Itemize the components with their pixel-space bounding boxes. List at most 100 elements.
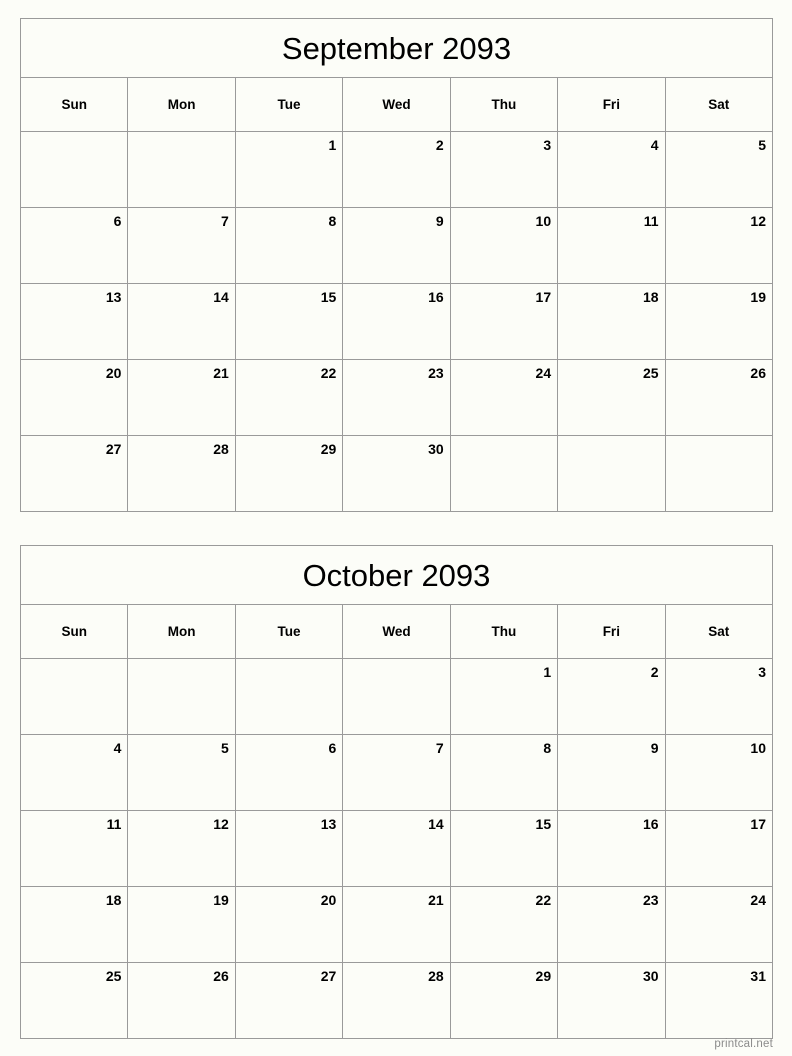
day-cell[interactable]: 27 [234,962,344,1039]
day-cell[interactable]: 16 [342,283,451,360]
day-cell[interactable]: 21 [342,886,451,963]
day-cell[interactable]: 25 [557,359,666,436]
day-cell[interactable] [557,435,666,512]
day-cell[interactable]: 3 [664,658,774,735]
day-cell[interactable]: 7 [342,734,451,811]
day-number: 30 [642,968,659,984]
day-cell[interactable]: 31 [664,962,774,1039]
day-cell[interactable]: 4 [19,734,129,811]
day-cell[interactable] [449,435,559,512]
day-cell[interactable]: 23 [557,886,666,963]
weekday-header-sun: Sun [19,77,129,132]
day-cell[interactable]: 17 [664,810,774,887]
day-cell[interactable]: 28 [342,962,451,1039]
day-cell[interactable] [234,658,344,735]
day-cell[interactable]: 15 [449,810,559,887]
day-number: 30 [428,441,444,457]
day-cell[interactable]: 6 [234,734,344,811]
day-cell[interactable]: 24 [449,359,559,436]
day-cell[interactable]: 23 [342,359,451,436]
day-cell[interactable]: 16 [557,810,666,887]
day-cell[interactable]: 9 [342,207,451,284]
day-cell[interactable]: 22 [234,359,344,436]
day-cell[interactable]: 6 [19,207,129,284]
day-cell[interactable]: 30 [557,962,666,1039]
day-number: 5 [758,137,766,153]
day-cell[interactable] [19,658,129,735]
day-cell[interactable]: 8 [234,207,344,284]
day-cell[interactable]: 12 [664,207,774,284]
calendar-week-row: 1 2 3 4 5 [19,131,774,208]
day-cell[interactable]: 1 [234,131,344,208]
weekday-header-tue: Tue [234,77,344,132]
day-number: 31 [750,968,766,984]
day-cell[interactable]: 15 [234,283,344,360]
day-number: 12 [213,816,229,832]
day-cell[interactable]: 14 [342,810,451,887]
day-cell[interactable]: 29 [234,435,344,512]
day-cell[interactable]: 19 [127,886,236,963]
day-cell[interactable]: 13 [234,810,344,887]
calendar-october-2093: October 2093 Sun Mon Tue Wed Thu Fri Sat… [19,545,774,1039]
day-cell[interactable]: 26 [127,962,236,1039]
day-cell[interactable]: 7 [127,207,236,284]
day-cell[interactable]: 12 [127,810,236,887]
day-cell[interactable]: 30 [342,435,451,512]
day-number: 21 [428,892,444,908]
day-cell[interactable]: 27 [19,435,129,512]
day-cell[interactable]: 18 [557,283,666,360]
day-cell[interactable]: 5 [127,734,236,811]
day-cell[interactable]: 9 [557,734,666,811]
weekday-header-fri: Fri [557,77,666,132]
day-cell[interactable]: 2 [557,658,666,735]
day-cell[interactable]: 8 [449,734,559,811]
day-cell[interactable]: 11 [19,810,129,887]
day-number: 14 [428,816,444,832]
calendar-title-september: September 2093 [20,18,773,78]
day-cell[interactable]: 11 [557,207,666,284]
day-cell[interactable] [127,658,236,735]
calendar-week-row: 25 26 27 28 29 30 31 [19,962,774,1039]
day-cell[interactable] [664,435,774,512]
day-cell[interactable]: 5 [664,131,774,208]
day-number: 12 [750,213,766,229]
day-number: 20 [105,365,122,381]
day-cell[interactable]: 26 [664,359,774,436]
day-cell[interactable]: 25 [19,962,129,1039]
day-cell[interactable]: 14 [127,283,236,360]
day-cell[interactable]: 13 [19,283,129,360]
day-cell[interactable]: 21 [127,359,236,436]
day-cell[interactable]: 18 [19,886,129,963]
day-cell[interactable] [19,131,129,208]
day-cell[interactable] [342,658,451,735]
day-cell[interactable]: 28 [127,435,236,512]
day-cell[interactable]: 10 [664,734,774,811]
site-credit-label: printcal.net [714,1038,773,1050]
day-cell[interactable]: 20 [234,886,344,963]
day-number: 24 [750,892,766,908]
day-number: 15 [535,816,552,832]
day-cell[interactable]: 17 [449,283,559,360]
day-cell[interactable]: 20 [19,359,129,436]
day-cell[interactable]: 24 [664,886,774,963]
day-number: 19 [750,289,766,305]
day-number: 3 [758,664,766,680]
day-cell[interactable]: 3 [449,131,559,208]
day-cell[interactable]: 10 [449,207,559,284]
calendar-week-row: 18 19 20 21 22 23 24 [19,886,774,963]
day-cell[interactable]: 1 [449,658,559,735]
calendar-week-row: 1 2 3 [19,658,774,735]
day-cell[interactable]: 19 [664,283,774,360]
weekday-header-tue: Tue [234,604,344,659]
day-number: 14 [213,289,229,305]
weekday-header-wed: Wed [342,604,451,659]
day-number: 18 [105,892,122,908]
day-cell[interactable]: 29 [449,962,559,1039]
weekday-header-mon: Mon [127,77,236,132]
day-cell[interactable] [127,131,236,208]
day-cell[interactable]: 4 [557,131,666,208]
day-cell[interactable]: 22 [449,886,559,963]
day-cell[interactable]: 2 [342,131,451,208]
day-number: 8 [543,740,552,756]
calendar-week-row: 20 21 22 23 24 25 26 [19,359,774,436]
